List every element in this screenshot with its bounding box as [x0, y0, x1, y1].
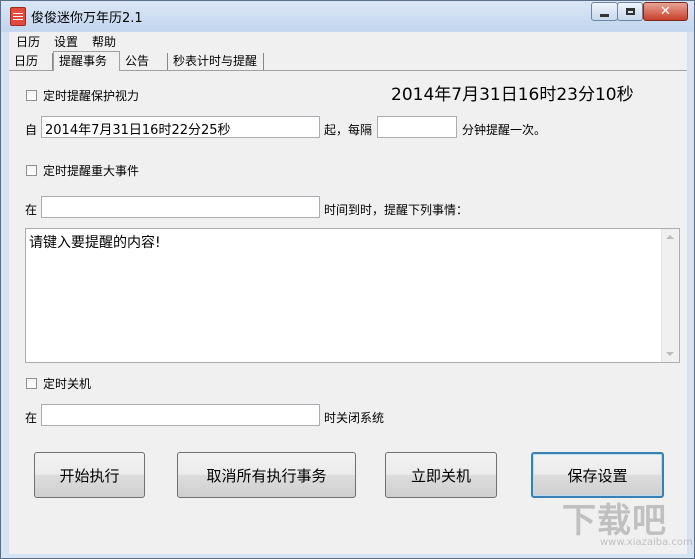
shutdown-at-label: 在 [25, 411, 38, 425]
start-button[interactable]: 开始执行 [34, 452, 145, 498]
reminders-panel: 定时提醒保护视力 2014年7月31日16时23分10秒 自 2014年7月31… [9, 70, 687, 554]
event-reminder-checkbox[interactable] [26, 165, 37, 176]
event-time-field[interactable] [41, 196, 320, 218]
eye-reminder-label: 定时提醒保护视力 [43, 89, 140, 103]
eye-interval-field[interactable] [377, 116, 457, 138]
window-title: 俊俊迷你万年历2.1 [31, 11, 143, 26]
current-datetime: 2014年7月31日16时23分10秒 [391, 85, 634, 105]
maximize-button[interactable] [617, 2, 643, 21]
menu-bar: 日历 设置 帮助 [9, 32, 687, 51]
title-bar[interactable]: 俊俊迷你万年历2.1 ✕ [1, 1, 694, 31]
app-window: 俊俊迷你万年历2.1 ✕ 日历 设置 帮助 日历 提醒事务 公告 秒表计时与提醒… [0, 0, 695, 559]
eye-reminder-checkbox[interactable] [26, 90, 37, 101]
minimize-button[interactable] [591, 2, 618, 21]
textarea-scrollbar[interactable] [661, 229, 679, 362]
menu-calendar[interactable]: 日历 [9, 33, 47, 50]
tab-strip: 日历 提醒事务 公告 秒表计时与提醒 [9, 51, 687, 71]
scroll-down-arrow-icon[interactable] [666, 352, 674, 356]
eye-from-label: 自 [25, 123, 38, 137]
shutdown-now-button[interactable]: 立即关机 [385, 452, 497, 498]
scroll-up-arrow-icon[interactable] [666, 235, 674, 239]
eye-start-time-field[interactable]: 2014年7月31日16时22分25秒 [41, 116, 320, 138]
event-content-textarea[interactable]: 请键入要提醒的内容! [25, 228, 680, 363]
shutdown-time-field[interactable] [41, 404, 320, 426]
event-time-suffix: 时间到时，提醒下列事情： [324, 203, 469, 217]
shutdown-suffix: 时关闭系统 [324, 411, 385, 425]
event-content-text: 请键入要提醒的内容! [29, 235, 161, 251]
tab-announcements[interactable]: 公告 [120, 53, 168, 70]
menu-settings[interactable]: 设置 [47, 33, 85, 50]
eye-interval-label: 起，每隔 [324, 123, 373, 137]
close-button[interactable]: ✕ [643, 2, 688, 21]
shutdown-label: 定时关机 [43, 377, 92, 391]
event-at-label: 在 [25, 203, 38, 217]
event-reminder-label: 定时提醒重大事件 [43, 164, 140, 178]
menu-help[interactable]: 帮助 [85, 33, 123, 50]
app-calendar-icon [10, 7, 26, 26]
eye-interval-suffix: 分钟提醒一次。 [462, 123, 547, 137]
cancel-all-button[interactable]: 取消所有执行事务 [177, 452, 356, 498]
shutdown-checkbox[interactable] [26, 378, 37, 389]
maximize-icon [625, 8, 635, 15]
tab-reminders[interactable]: 提醒事务 [53, 51, 120, 71]
client-area: 日历 提醒事务 公告 秒表计时与提醒 定时提醒保护视力 2014年7月31日16… [9, 51, 687, 554]
tab-stopwatch-reminder[interactable]: 秒表计时与提醒 [168, 53, 264, 70]
tab-calendar[interactable]: 日历 [9, 53, 53, 70]
save-settings-button[interactable]: 保存设置 [531, 452, 664, 498]
minimize-icon [600, 13, 609, 17]
close-icon: ✕ [660, 4, 671, 19]
